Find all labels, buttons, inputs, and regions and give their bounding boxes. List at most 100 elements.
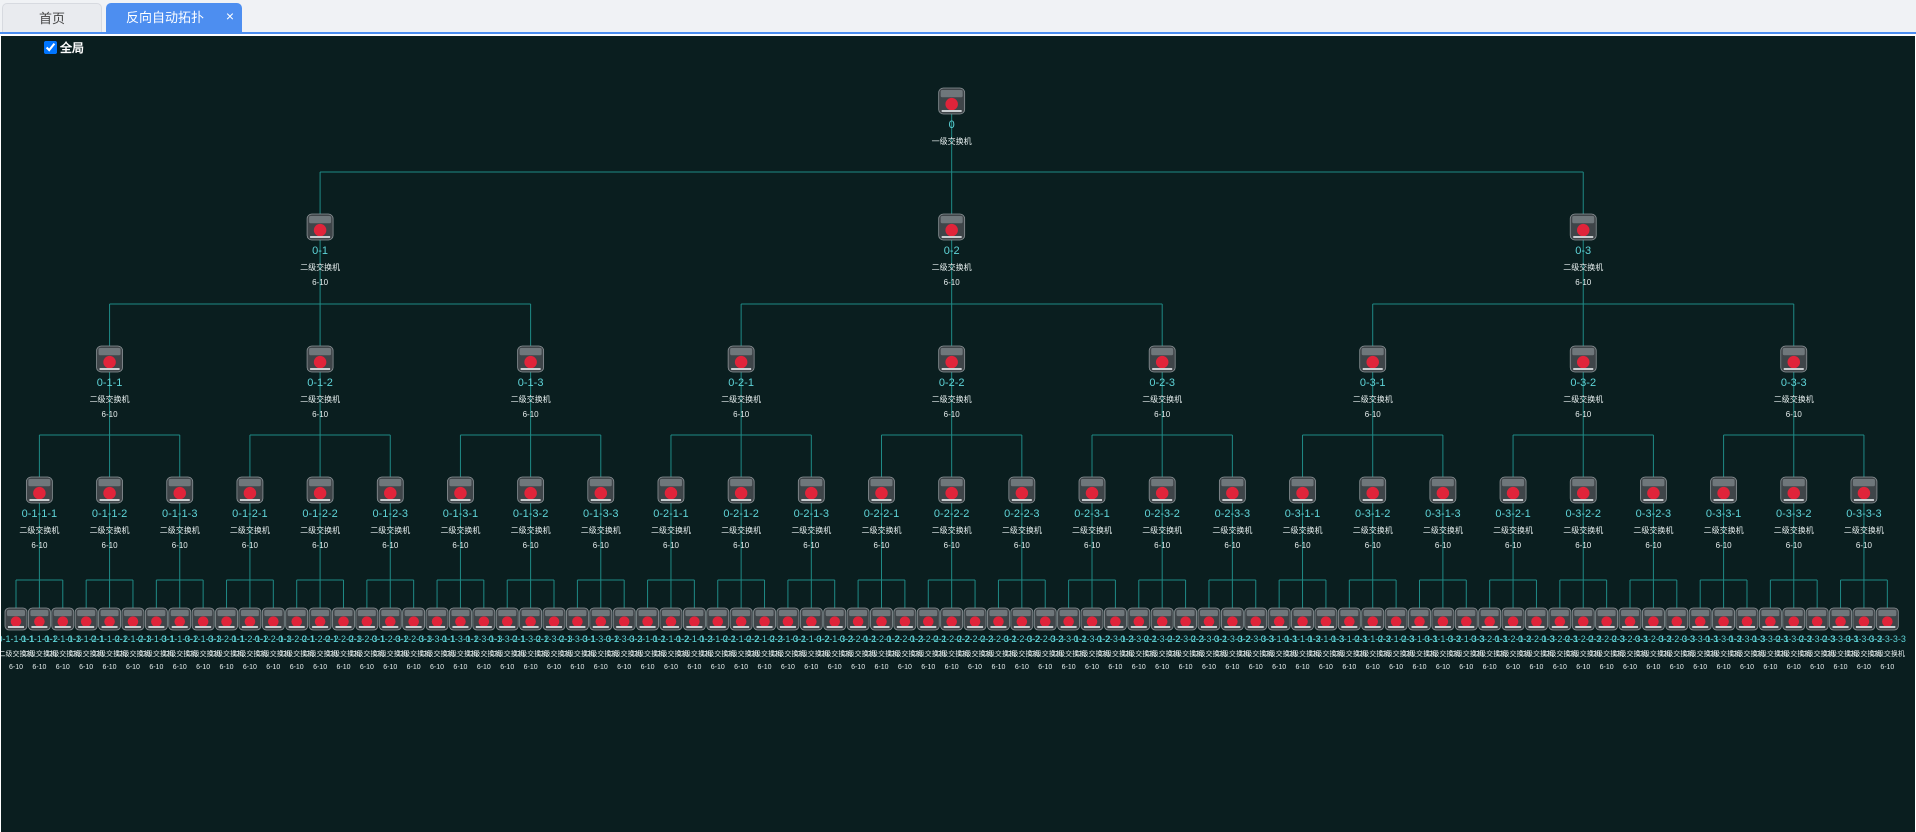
switch-alert-dot bbox=[1576, 223, 1590, 237]
switch-alert-dot bbox=[1576, 355, 1590, 369]
switch-port-strip bbox=[8, 626, 24, 628]
switch-alert-dot bbox=[945, 355, 958, 369]
switch-panel bbox=[1852, 479, 1875, 487]
network-switch-icon bbox=[1852, 607, 1876, 631]
node-id-label: 0-2-1-3 bbox=[794, 508, 829, 520]
node-id-label: 0-2-3-1 bbox=[1074, 508, 1109, 520]
switch-port-strip bbox=[99, 368, 120, 370]
switch-panel bbox=[778, 610, 797, 617]
switch-alert-dot bbox=[173, 486, 186, 500]
switch-port-strip bbox=[1152, 499, 1173, 501]
switch-panel bbox=[1574, 610, 1593, 617]
switch-port-strip bbox=[733, 626, 750, 628]
network-switch-icon bbox=[238, 607, 262, 631]
switch-alert-dot bbox=[1601, 616, 1612, 627]
network-switch-icon bbox=[517, 476, 545, 504]
switch-alert-dot bbox=[734, 486, 748, 500]
switch-alert-dot bbox=[244, 616, 256, 627]
switch-panel bbox=[1361, 479, 1384, 487]
node-id-label: 0-3-1-2 bbox=[1355, 508, 1390, 520]
node-type-label: 二级交换机 bbox=[1353, 525, 1393, 535]
node-port-label: 6-10 bbox=[1553, 664, 1567, 671]
tab-reverse-auto-topology[interactable]: 反向自动拓扑 × bbox=[106, 3, 242, 32]
switch-alert-dot bbox=[103, 355, 116, 369]
switch-alert-dot bbox=[1390, 616, 1402, 627]
network-switch-icon bbox=[121, 607, 145, 631]
node-port-label: 6-10 bbox=[1319, 664, 1333, 671]
switch-panel bbox=[1782, 479, 1805, 487]
node-port-label: 6-10 bbox=[1084, 541, 1101, 550]
node-port-label: 6-10 bbox=[1786, 410, 1803, 419]
node-port-label: 6-10 bbox=[1623, 664, 1637, 671]
node-port-label: 6-10 bbox=[944, 278, 961, 287]
global-checkbox-input[interactable] bbox=[44, 40, 57, 54]
switch-alert-dot bbox=[572, 616, 583, 627]
switch-panel bbox=[966, 610, 985, 617]
node-port-label: 6-10 bbox=[266, 664, 280, 671]
node-port-label: 6-10 bbox=[1786, 541, 1803, 550]
node-port-label: 6-10 bbox=[1108, 664, 1122, 671]
node-port-label: 6-10 bbox=[945, 664, 959, 671]
switch-port-strip bbox=[195, 626, 212, 628]
node-port-label: 6-10 bbox=[733, 541, 750, 550]
switch-alert-dot bbox=[1436, 486, 1450, 500]
node-port-label: 6-10 bbox=[103, 664, 117, 671]
node-port-label: 6-10 bbox=[453, 664, 467, 671]
switch-panel bbox=[1221, 479, 1244, 487]
node-type-label: 二级交换机 bbox=[300, 262, 340, 272]
network-switch-icon bbox=[1780, 345, 1808, 373]
network-switch-icon bbox=[1569, 213, 1597, 241]
switch-panel bbox=[730, 479, 753, 487]
switch-port-strip bbox=[1575, 626, 1592, 628]
switch-alert-dot bbox=[501, 616, 513, 627]
node-id-label: 0-2-3-2 bbox=[1144, 508, 1179, 520]
switch-alert-dot bbox=[642, 616, 653, 627]
node-port-label: 6-10 bbox=[1295, 541, 1312, 550]
node-id-label: 0-2-2-1 bbox=[864, 508, 899, 520]
node-id-label: 0-3-1 bbox=[1360, 377, 1386, 389]
switch-panel bbox=[1714, 610, 1733, 617]
node-port-label: 6-10 bbox=[1062, 664, 1076, 671]
switch-panel bbox=[1457, 610, 1476, 617]
node-port-label: 6-10 bbox=[1365, 410, 1382, 419]
node-port-label: 6-10 bbox=[220, 664, 234, 671]
network-switch-icon bbox=[51, 607, 75, 631]
switch-panel bbox=[825, 610, 844, 617]
switch-panel bbox=[498, 610, 517, 617]
topology-graph[interactable]: 0 一级交换机 0-1 二级交换机 6-10 0-1-1 二级交换机 6-10 0-1-1-1 二… bbox=[1, 36, 1915, 832]
network-switch-icon bbox=[402, 607, 426, 631]
switch-panel bbox=[309, 479, 332, 487]
close-icon[interactable]: × bbox=[226, 3, 234, 30]
topology-canvas[interactable]: 0 一级交换机 0-1 二级交换机 6-10 0-1-1 二级交换机 6-10 0-1-1-1 二… bbox=[1, 36, 1915, 832]
node-port-label: 6-10 bbox=[687, 664, 701, 671]
switch-alert-dot bbox=[197, 616, 209, 627]
switch-panel bbox=[1597, 610, 1616, 617]
node-port-label: 6-10 bbox=[382, 541, 399, 550]
switch-panel bbox=[730, 348, 753, 356]
switch-alert-dot bbox=[313, 223, 327, 237]
switch-panel bbox=[30, 610, 49, 617]
switch-panel bbox=[1644, 610, 1663, 617]
node-port-label: 6-10 bbox=[1132, 664, 1146, 671]
switch-port-strip bbox=[756, 626, 773, 628]
node-port-label: 6-10 bbox=[1717, 664, 1731, 671]
network-switch-icon bbox=[96, 345, 123, 373]
switch-alert-dot bbox=[1156, 616, 1168, 627]
switch-port-strip bbox=[639, 626, 656, 628]
global-checkbox[interactable]: 全局 bbox=[44, 39, 84, 55]
node-type-label: 二级交换机 bbox=[932, 525, 972, 535]
switch-port-strip bbox=[826, 626, 843, 628]
switch-panel bbox=[1667, 610, 1686, 617]
switch-port-strip bbox=[171, 626, 188, 628]
switch-port-strip bbox=[1879, 626, 1896, 628]
node-port-label: 6-10 bbox=[1154, 410, 1171, 419]
node-port-label: 6-10 bbox=[1366, 664, 1380, 671]
switch-port-strip bbox=[1011, 499, 1032, 501]
switch-alert-dot bbox=[1366, 355, 1379, 369]
switch-alert-dot bbox=[174, 616, 186, 627]
switch-panel bbox=[1083, 610, 1102, 617]
node-type-label: 二级交换机 bbox=[1563, 525, 1603, 535]
tab-home[interactable]: 首页 bbox=[2, 3, 102, 32]
switch-alert-dot bbox=[1531, 616, 1542, 627]
switch-alert-dot bbox=[922, 616, 934, 627]
